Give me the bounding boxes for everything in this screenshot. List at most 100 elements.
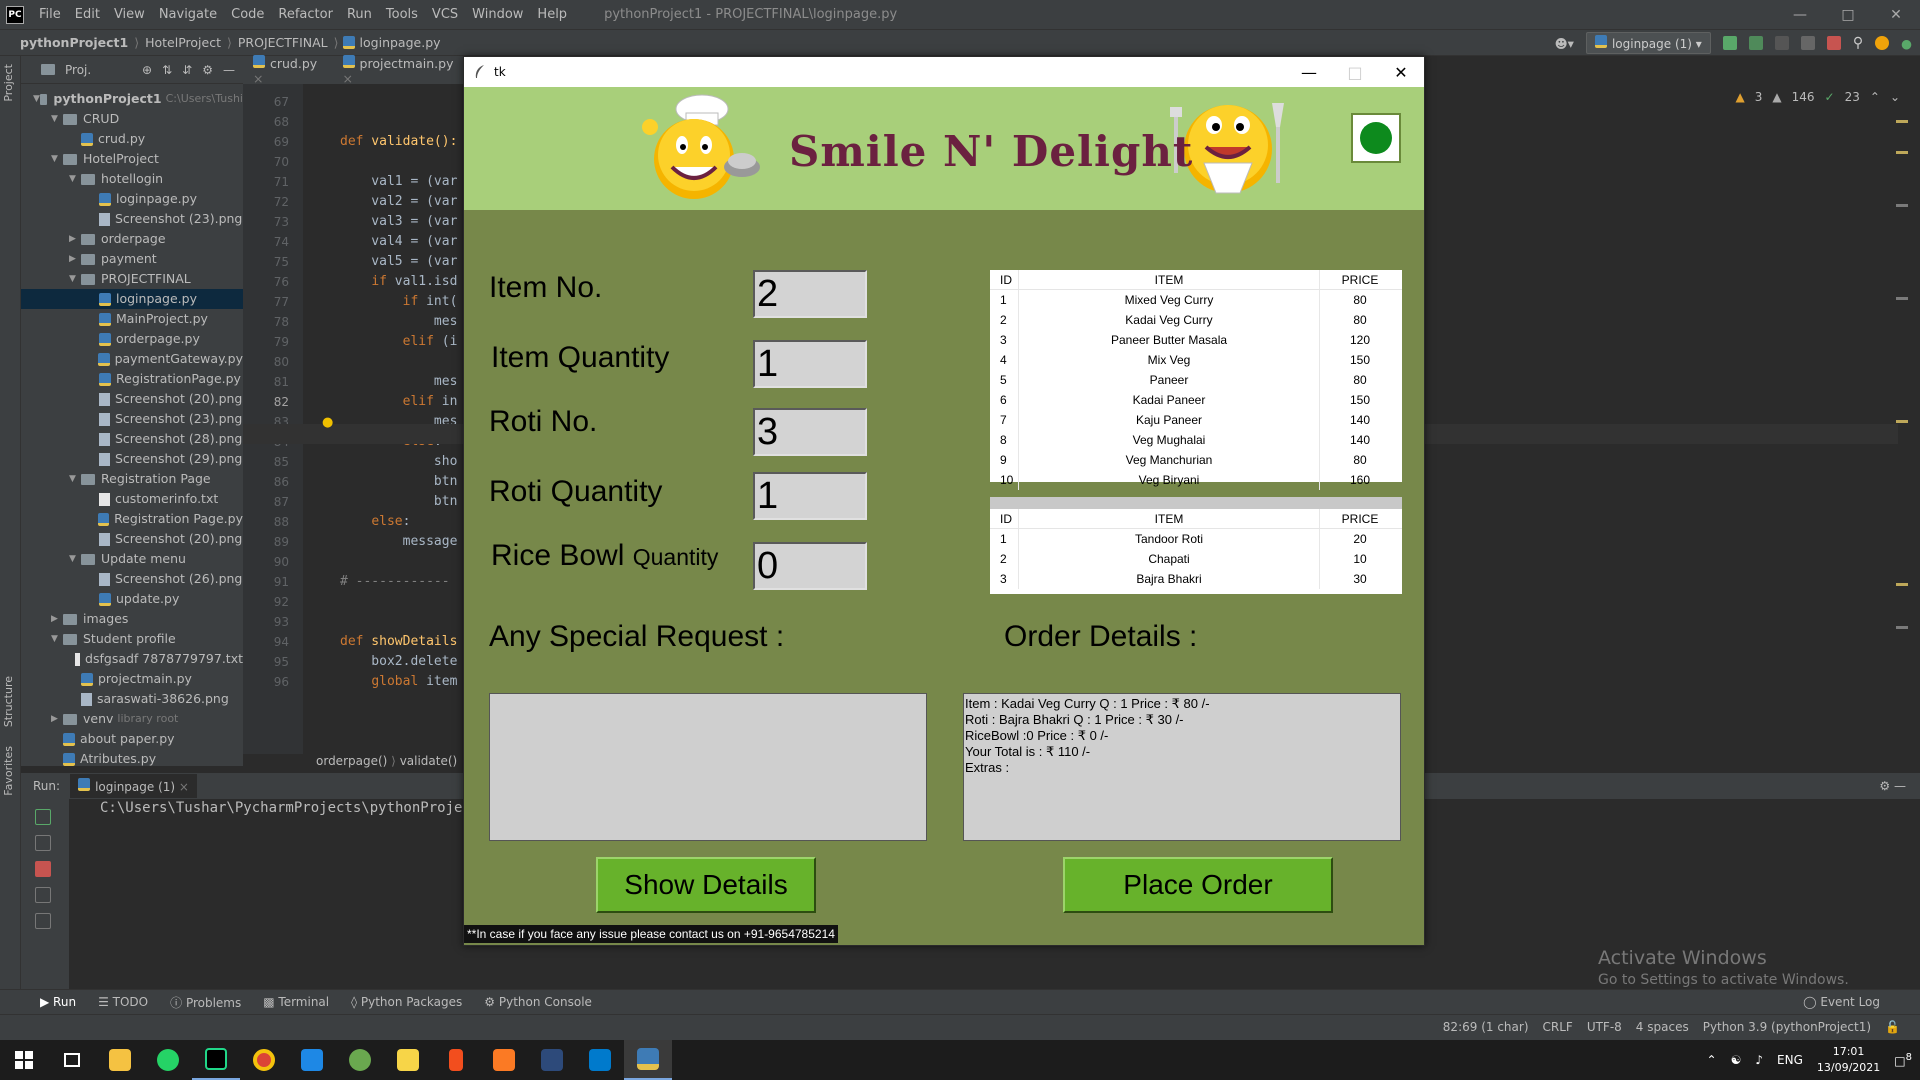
item-no-input[interactable]: 2 <box>753 270 867 318</box>
code-line[interactable]: val4 = (var <box>340 232 457 252</box>
tree-folder[interactable]: ▶ venv library root <box>21 709 243 729</box>
table-row[interactable]: 1 Tandoor Roti 20 <box>990 529 1402 549</box>
table-row[interactable]: 7 Kaju Paneer 140 <box>990 410 1402 430</box>
chevron-down-icon[interactable]: ▼ <box>69 269 81 289</box>
code-line[interactable]: btn <box>340 492 458 512</box>
chevron-right-icon[interactable]: ▶ <box>51 709 63 729</box>
user-icon[interactable]: ☻▾ <box>1555 36 1574 51</box>
menu-vcs[interactable]: VCS <box>425 7 465 22</box>
order-details-textarea[interactable]: Item : Kadai Veg Curry Q : 1 Price : ₹ 8… <box>963 693 1401 841</box>
search-icon[interactable]: ⚲ <box>1853 35 1863 51</box>
clock[interactable]: 17:01 13/09/2021 <box>1817 1044 1880 1076</box>
inspection-widget[interactable]: ▲ 3 ▲ 146 ✓ 23 ⌃ ⌄ <box>1736 90 1900 104</box>
code-line[interactable]: mes <box>340 312 458 332</box>
stop-icon[interactable] <box>1826 36 1841 50</box>
breadcrumb-hotelproject[interactable]: HotelProject <box>139 35 227 50</box>
place-order-button[interactable]: Place Order <box>1063 857 1333 913</box>
menu-edit[interactable]: Edit <box>68 7 107 22</box>
table-row[interactable]: 4 Mix Veg 150 <box>990 350 1402 370</box>
item-quantity-input[interactable]: 1 <box>753 340 867 388</box>
tree-file[interactable]: Registration Page.py <box>21 509 243 529</box>
tree-folder[interactable]: ▼ PROJECTFINAL <box>21 269 243 289</box>
chevron-down-icon[interactable]: ▼ <box>69 469 81 489</box>
wifi-icon[interactable]: ☯ <box>1731 1053 1742 1067</box>
pycharm-taskbar-icon[interactable] <box>192 1040 240 1080</box>
table-row[interactable]: 9 Veg Manchurian 80 <box>990 450 1402 470</box>
chevron-down-icon[interactable]: ▼ <box>69 549 81 569</box>
tab-structure[interactable]: Structure <box>2 676 15 727</box>
chevron-right-icon[interactable]: ▶ <box>51 609 63 629</box>
rice-bowl-quantity-input[interactable]: 0 <box>753 542 867 590</box>
code-line[interactable]: val1 = (var <box>340 172 457 192</box>
table-row[interactable]: 6 Kadai Paneer 150 <box>990 390 1402 410</box>
tree-folder[interactable]: ▼ Update menu <box>21 549 243 569</box>
crumb-orderpage[interactable]: orderpage() <box>316 754 387 768</box>
close-icon[interactable]: ✕ <box>1378 57 1424 87</box>
file-encoding[interactable]: UTF-8 <box>1587 1020 1622 1034</box>
line-separator[interactable]: CRLF <box>1543 1020 1573 1034</box>
tree-file[interactable]: Screenshot (29).png <box>21 449 243 469</box>
rerun-icon[interactable] <box>35 809 51 825</box>
special-request-textarea[interactable] <box>489 693 927 841</box>
tree-folder[interactable]: ▶ orderpage <box>21 229 243 249</box>
roti-quantity-input[interactable]: 1 <box>753 472 867 520</box>
app-blue-icon[interactable] <box>288 1040 336 1080</box>
table-row[interactable]: 2 Kadai Veg Curry 80 <box>990 310 1402 330</box>
python-interpreter[interactable]: Python 3.9 (pythonProject1) <box>1703 1020 1871 1034</box>
tab-projectmain[interactable]: projectmain.py × <box>342 54 463 86</box>
tree-file[interactable]: Atributes.py <box>21 749 243 769</box>
code-line[interactable]: sho <box>340 452 458 472</box>
table-row[interactable]: 1 Mixed Veg Curry 80 <box>990 290 1402 310</box>
caret-position[interactable]: 82:69 (1 char) <box>1443 1020 1529 1034</box>
tree-file[interactable]: projectmain.py <box>21 669 243 689</box>
tree-file[interactable]: Screenshot (26).png <box>21 569 243 589</box>
chevron-down-icon[interactable]: ⌄ <box>1890 90 1900 104</box>
menu-table[interactable]: ID ITEM PRICE 1 Mixed Veg Curry 80 2 Kadai V… <box>990 270 1402 490</box>
hide-icon[interactable]: — <box>223 63 235 77</box>
show-details-button[interactable]: Show Details <box>596 857 816 913</box>
code-line[interactable]: if int( <box>340 292 458 312</box>
chevron-down-icon[interactable]: ▼ <box>51 109 63 129</box>
plugin-icon[interactable]: ● <box>1901 36 1912 51</box>
code-line[interactable]: mes <box>340 372 458 392</box>
menu-help[interactable]: Help <box>530 7 574 22</box>
expand-all-icon[interactable]: ⇅ <box>162 63 172 77</box>
layout-icon[interactable] <box>35 887 51 903</box>
menu-view[interactable]: View <box>107 7 152 22</box>
xampp-icon[interactable] <box>480 1040 528 1080</box>
tree-file[interactable]: crud.py <box>21 129 243 149</box>
chevron-right-icon[interactable]: ▶ <box>69 229 81 249</box>
breadcrumb-projectfinal[interactable]: PROJECTFINAL <box>232 35 334 50</box>
crumb-validate[interactable]: validate() <box>400 754 458 768</box>
file-explorer-icon[interactable] <box>96 1040 144 1080</box>
tree-file[interactable]: loginpage.py <box>21 289 243 309</box>
code-line[interactable]: val3 = (var <box>340 212 457 232</box>
menu-window[interactable]: Window <box>465 7 530 22</box>
menu-file[interactable]: File <box>32 7 68 22</box>
rerun-icon[interactable] <box>1722 36 1737 50</box>
code-line[interactable]: if val1.isd <box>340 272 457 292</box>
tree-file[interactable]: paymentGateway.py <box>21 349 243 369</box>
run-config-dropdown[interactable]: loginpage (1) ▾ <box>1585 32 1711 54</box>
menu-refactor[interactable]: Refactor <box>271 7 340 22</box>
tab-python-packages[interactable]: ◊ Python Packages <box>351 995 462 1009</box>
chevron-up-icon[interactable]: ⌃ <box>1870 90 1880 104</box>
profile-icon[interactable] <box>1800 36 1815 50</box>
chevron-down-icon[interactable]: ▼ <box>51 629 63 649</box>
code-line[interactable]: else: <box>340 512 410 532</box>
table-row[interactable]: 10 Veg Biryani 160 <box>990 470 1402 490</box>
tree-folder[interactable]: ▼ Student profile <box>21 629 243 649</box>
table-row[interactable]: 2 Chapati 10 <box>990 549 1402 569</box>
language-indicator[interactable]: ENG <box>1777 1053 1803 1067</box>
maximize-icon[interactable]: □ <box>1824 0 1872 29</box>
pin-icon[interactable] <box>35 913 51 929</box>
tree-file[interactable]: loginpage.py <box>21 189 243 209</box>
code-line[interactable]: def showDetails <box>340 632 457 652</box>
code-line[interactable]: elif (i <box>340 332 458 352</box>
tab-project[interactable]: Project <box>2 64 15 102</box>
tree-file[interactable]: dsfgsadf 7878779797.txt <box>21 649 243 669</box>
chevron-down-icon[interactable]: ▼ <box>69 169 81 189</box>
code-line[interactable]: box2.delete <box>340 652 457 672</box>
code-line[interactable]: def validate(): <box>340 132 457 152</box>
python-taskbar-icon[interactable] <box>624 1040 672 1080</box>
